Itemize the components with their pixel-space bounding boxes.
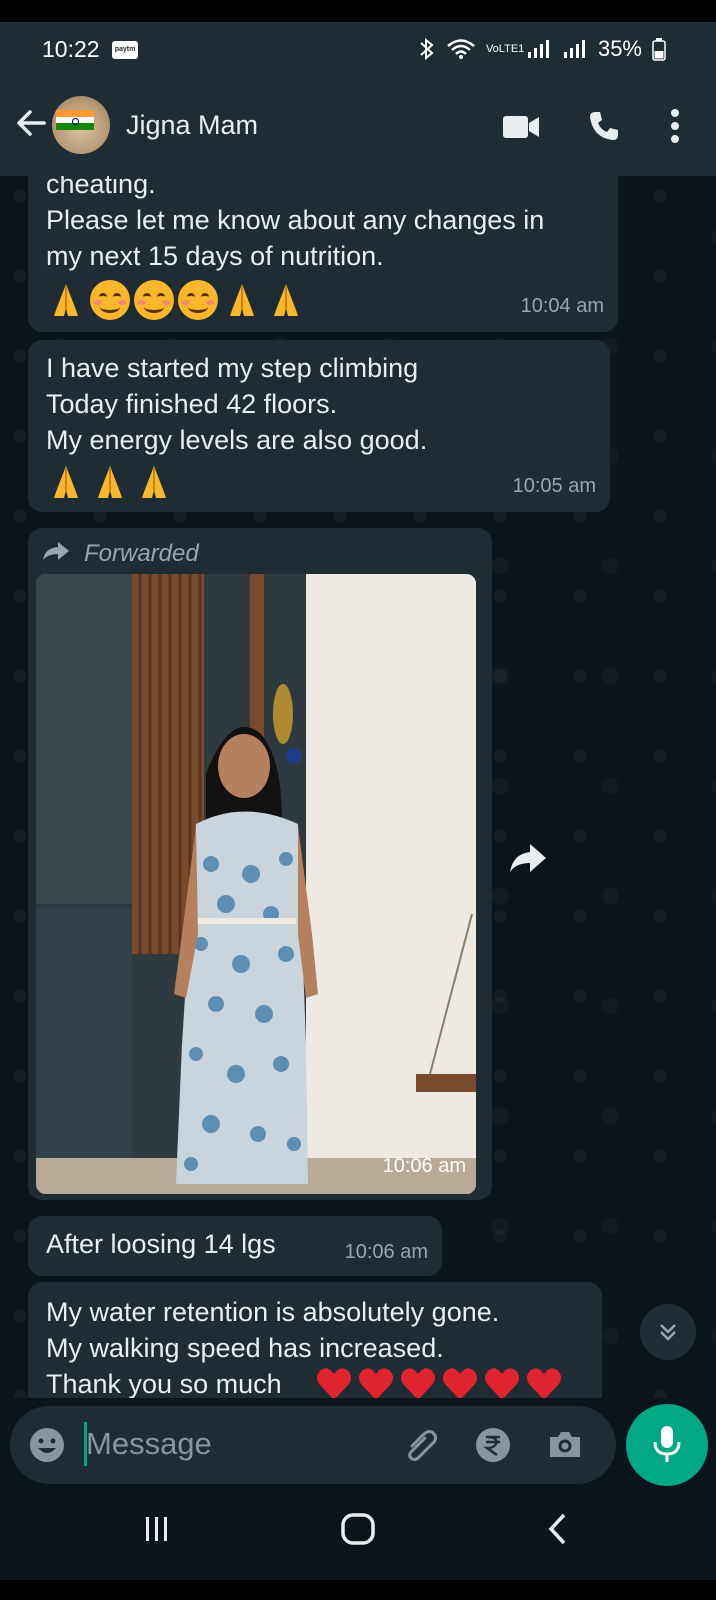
message-bubble[interactable]: My water retention is absolutely gone. M… — [28, 1282, 602, 1398]
mic-button[interactable] — [626, 1404, 708, 1486]
mic-icon — [653, 1426, 681, 1462]
red-heart-emoji — [442, 1368, 478, 1398]
forward-message-icon[interactable] — [506, 836, 550, 880]
home-icon[interactable] — [340, 1512, 376, 1546]
system-navigation-bar — [0, 1490, 716, 1580]
battery-percent: 35% — [597, 36, 642, 61]
message-photo[interactable] — [36, 574, 476, 1194]
bluetooth-icon — [420, 37, 434, 61]
voice-call-icon[interactable] — [588, 110, 620, 142]
smiling-face-emoji — [178, 280, 218, 320]
scroll-to-bottom-button[interactable] — [640, 1304, 696, 1360]
chat-header: Jigna Mam — [0, 78, 716, 176]
smiling-face-emoji — [134, 280, 174, 320]
red-heart-emoji — [316, 1368, 352, 1398]
emoji-row — [46, 278, 602, 322]
smiling-face-emoji — [90, 280, 130, 320]
photo-image — [36, 574, 476, 1194]
contact-avatar[interactable] — [52, 96, 110, 154]
message-text: I have started my step climbing Today fi… — [46, 353, 428, 455]
forwarded-arrow-icon — [43, 542, 69, 560]
red-heart-emoji — [400, 1368, 436, 1398]
contact-name[interactable]: Jigna Mam — [126, 110, 258, 141]
message-input[interactable]: Message — [86, 1426, 212, 1462]
folded-hands-emoji — [54, 466, 78, 498]
folded-hands-emoji — [274, 284, 298, 316]
message-bubble[interactable]: cheating. Please let me know about any c… — [28, 176, 618, 332]
message-timestamp: 10:06 am — [344, 1241, 428, 1263]
back-arrow-icon[interactable] — [14, 106, 48, 140]
message-timestamp: 10:06 am — [382, 1155, 466, 1177]
message-text: After loosing 14 lgs — [46, 1229, 276, 1259]
video-call-icon[interactable] — [502, 114, 540, 140]
signal-icon-1 — [527, 40, 549, 58]
rupee-payment-icon[interactable] — [474, 1426, 512, 1464]
message-composer: Message — [0, 1398, 716, 1490]
message-bubble[interactable]: I have started my step climbing Today fi… — [28, 340, 610, 512]
message-text: cheating. Please let me know about any c… — [46, 176, 545, 271]
volte-indicator: VoLTE1 — [485, 43, 525, 55]
folded-hands-emoji — [98, 466, 122, 498]
red-heart-emoji — [484, 1368, 520, 1398]
battery-icon — [652, 38, 666, 61]
double-chevron-down-icon — [660, 1324, 676, 1341]
folded-hands-emoji — [54, 284, 78, 316]
camera-icon[interactable] — [546, 1426, 584, 1464]
forwarded-photo-message[interactable]: Forwarded 10:06 am — [28, 528, 492, 1200]
status-bar: 10:22 paytm VoLTE1 35% — [0, 22, 716, 78]
red-heart-emoji — [526, 1368, 562, 1398]
status-time: 10:22 — [42, 36, 100, 62]
back-nav-icon[interactable] — [546, 1512, 570, 1546]
wifi-icon — [447, 39, 475, 59]
emoji-icon[interactable] — [28, 1426, 66, 1464]
status-indicators: VoLTE1 35% — [418, 36, 666, 62]
paytm-notification-icon: paytm — [112, 41, 138, 59]
more-options-icon[interactable] — [670, 108, 680, 144]
bottom-black-strip — [0, 1580, 716, 1600]
signal-icon-2 — [563, 40, 585, 58]
top-black-strip — [0, 0, 716, 22]
attach-icon[interactable] — [402, 1426, 440, 1464]
emoji-row — [314, 1362, 564, 1398]
message-input-container[interactable]: Message — [10, 1406, 616, 1484]
red-heart-emoji — [358, 1368, 394, 1398]
recent-apps-icon[interactable] — [142, 1514, 172, 1544]
india-flag-icon — [56, 110, 94, 130]
folded-hands-emoji — [142, 466, 166, 498]
message-bubble[interactable]: After loosing 14 lgs 10:06 am — [28, 1216, 442, 1276]
folded-hands-emoji — [230, 284, 254, 316]
message-timestamp: 10:05 am — [512, 475, 596, 497]
forwarded-label: Forwarded — [84, 540, 199, 567]
chat-area[interactable]: cheating. Please let me know about any c… — [0, 176, 716, 1398]
message-timestamp: 10:04 am — [520, 295, 604, 317]
